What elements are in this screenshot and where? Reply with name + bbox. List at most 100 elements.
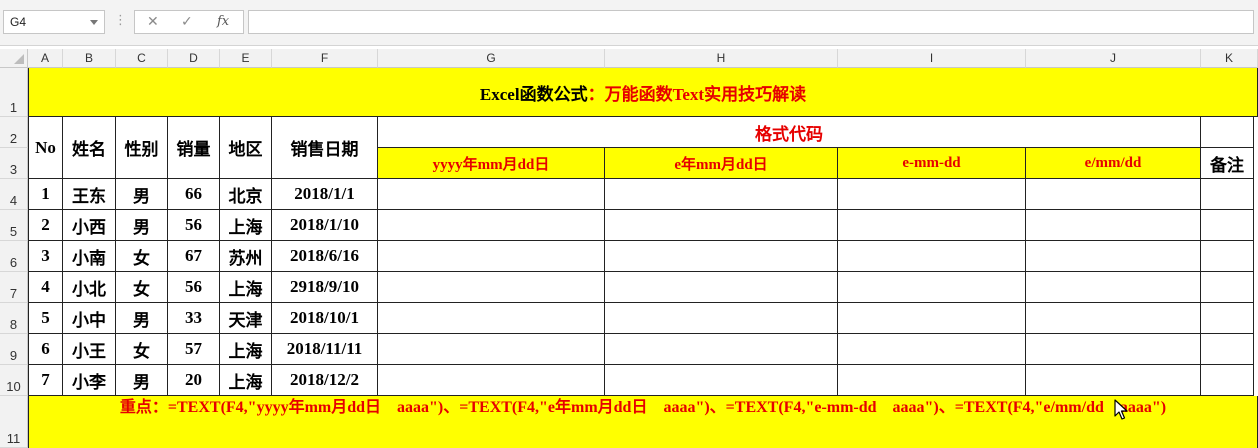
- column-header-d[interactable]: D: [168, 49, 220, 68]
- enter-icon[interactable]: ✓: [181, 14, 193, 30]
- cell-format-2[interactable]: [605, 179, 838, 210]
- cell-no[interactable]: 5: [28, 303, 63, 334]
- chevron-down-icon[interactable]: [90, 20, 98, 25]
- row-header-3[interactable]: 3: [0, 148, 28, 179]
- cell-name[interactable]: 小西: [63, 210, 116, 241]
- cell-name[interactable]: 小李: [63, 365, 116, 396]
- format-header-4[interactable]: e/mm/dd: [1026, 148, 1201, 179]
- cell-format-1[interactable]: [378, 365, 605, 396]
- insert-function-icon[interactable]: fx: [217, 14, 229, 29]
- cell-format-1[interactable]: [378, 334, 605, 365]
- cell-sales[interactable]: 67: [168, 241, 220, 272]
- cell-name[interactable]: 小中: [63, 303, 116, 334]
- cell-gender[interactable]: 女: [116, 272, 168, 303]
- cell-no[interactable]: 7: [28, 365, 63, 396]
- header-sales[interactable]: 销量: [168, 117, 220, 179]
- column-header-c[interactable]: C: [116, 49, 168, 68]
- formula-note-cell[interactable]: 重点：=TEXT(F4,"yyyy年mm月dd日 aaaa")、=TEXT(F4…: [28, 396, 1258, 448]
- cell-format-3[interactable]: [838, 365, 1026, 396]
- cell-gender[interactable]: 女: [116, 334, 168, 365]
- column-header-j[interactable]: J: [1026, 49, 1201, 68]
- cell-region[interactable]: 上海: [220, 365, 272, 396]
- cell-format-1[interactable]: [378, 179, 605, 210]
- cell-name[interactable]: 小北: [63, 272, 116, 303]
- header-region[interactable]: 地区: [220, 117, 272, 179]
- cell-remark[interactable]: [1201, 272, 1254, 303]
- cell-format-1[interactable]: [378, 303, 605, 334]
- row-header-11[interactable]: 11: [0, 396, 28, 448]
- cell-no[interactable]: 3: [28, 241, 63, 272]
- cell-no[interactable]: 1: [28, 179, 63, 210]
- format-header-2[interactable]: e年mm月dd日: [605, 148, 838, 179]
- name-box[interactable]: G4: [3, 10, 105, 34]
- row-header-6[interactable]: 6: [0, 241, 28, 272]
- cell-format-2[interactable]: [605, 303, 838, 334]
- column-header-k[interactable]: K: [1201, 49, 1258, 68]
- cell-sales[interactable]: 56: [168, 210, 220, 241]
- cell-format-4[interactable]: [1026, 272, 1201, 303]
- cell-date[interactable]: 2018/10/1: [272, 303, 378, 334]
- cell-remark[interactable]: [1201, 334, 1254, 365]
- cell-name[interactable]: 王东: [63, 179, 116, 210]
- cell-format-3[interactable]: [838, 179, 1026, 210]
- cell-name[interactable]: 小王: [63, 334, 116, 365]
- cell-format-4[interactable]: [1026, 241, 1201, 272]
- column-header-f[interactable]: F: [272, 49, 378, 68]
- cell-date[interactable]: 2018/11/11: [272, 334, 378, 365]
- cell-format-1[interactable]: [378, 241, 605, 272]
- cell-remark[interactable]: [1201, 179, 1254, 210]
- cell-sales[interactable]: 57: [168, 334, 220, 365]
- cell-remark[interactable]: [1201, 365, 1254, 396]
- cell-format-1[interactable]: [378, 272, 605, 303]
- cell-gender[interactable]: 男: [116, 179, 168, 210]
- format-header-1[interactable]: yyyy年mm月dd日: [378, 148, 605, 179]
- row-header-4[interactable]: 4: [0, 179, 28, 210]
- cell-gender[interactable]: 男: [116, 210, 168, 241]
- row-header-2[interactable]: 2: [0, 117, 28, 148]
- row-header-7[interactable]: 7: [0, 272, 28, 303]
- row-header-5[interactable]: 5: [0, 210, 28, 241]
- cell-no[interactable]: 4: [28, 272, 63, 303]
- cell-format-4[interactable]: [1026, 303, 1201, 334]
- grip-icon[interactable]: ⋮: [114, 14, 127, 28]
- select-all-button[interactable]: [0, 49, 28, 68]
- cell-gender[interactable]: 女: [116, 241, 168, 272]
- header-no[interactable]: No: [28, 117, 63, 179]
- cell-remark[interactable]: [1201, 303, 1254, 334]
- cell-format-4[interactable]: [1026, 334, 1201, 365]
- cell-name[interactable]: 小南: [63, 241, 116, 272]
- cell-region[interactable]: 苏州: [220, 241, 272, 272]
- cell-gender[interactable]: 男: [116, 365, 168, 396]
- cancel-icon[interactable]: ✕: [147, 14, 159, 30]
- cell-date[interactable]: 2018/1/10: [272, 210, 378, 241]
- cell-format-4[interactable]: [1026, 365, 1201, 396]
- cell-format-1[interactable]: [378, 210, 605, 241]
- cell-region[interactable]: 天津: [220, 303, 272, 334]
- sheet-title-cell[interactable]: Excel函数公式 ：万能函数Text实用技巧解读: [28, 68, 1258, 117]
- cell-format-3[interactable]: [838, 241, 1026, 272]
- row-header-8[interactable]: 8: [0, 303, 28, 334]
- cell-sales[interactable]: 20: [168, 365, 220, 396]
- cell-format-4[interactable]: [1026, 179, 1201, 210]
- column-header-g[interactable]: G: [378, 49, 605, 68]
- header-remark[interactable]: 备注: [1201, 148, 1254, 179]
- cell-region[interactable]: 上海: [220, 272, 272, 303]
- cell-sales[interactable]: 66: [168, 179, 220, 210]
- cell-format-2[interactable]: [605, 210, 838, 241]
- column-header-a[interactable]: A: [28, 49, 63, 68]
- column-header-b[interactable]: B: [63, 49, 116, 68]
- cell-remark[interactable]: [1201, 241, 1254, 272]
- header-remark-top[interactable]: [1201, 117, 1254, 148]
- header-format-code[interactable]: 格式代码: [378, 117, 1201, 148]
- header-gender[interactable]: 性别: [116, 117, 168, 179]
- cell-region[interactable]: 上海: [220, 210, 272, 241]
- cell-sales[interactable]: 33: [168, 303, 220, 334]
- cell-no[interactable]: 6: [28, 334, 63, 365]
- row-header-10[interactable]: 10: [0, 365, 28, 396]
- cell-region[interactable]: 上海: [220, 334, 272, 365]
- cell-sales[interactable]: 56: [168, 272, 220, 303]
- header-date[interactable]: 销售日期: [272, 117, 378, 179]
- cell-date[interactable]: 2018/6/16: [272, 241, 378, 272]
- cell-date[interactable]: 2018/12/2: [272, 365, 378, 396]
- cell-format-3[interactable]: [838, 210, 1026, 241]
